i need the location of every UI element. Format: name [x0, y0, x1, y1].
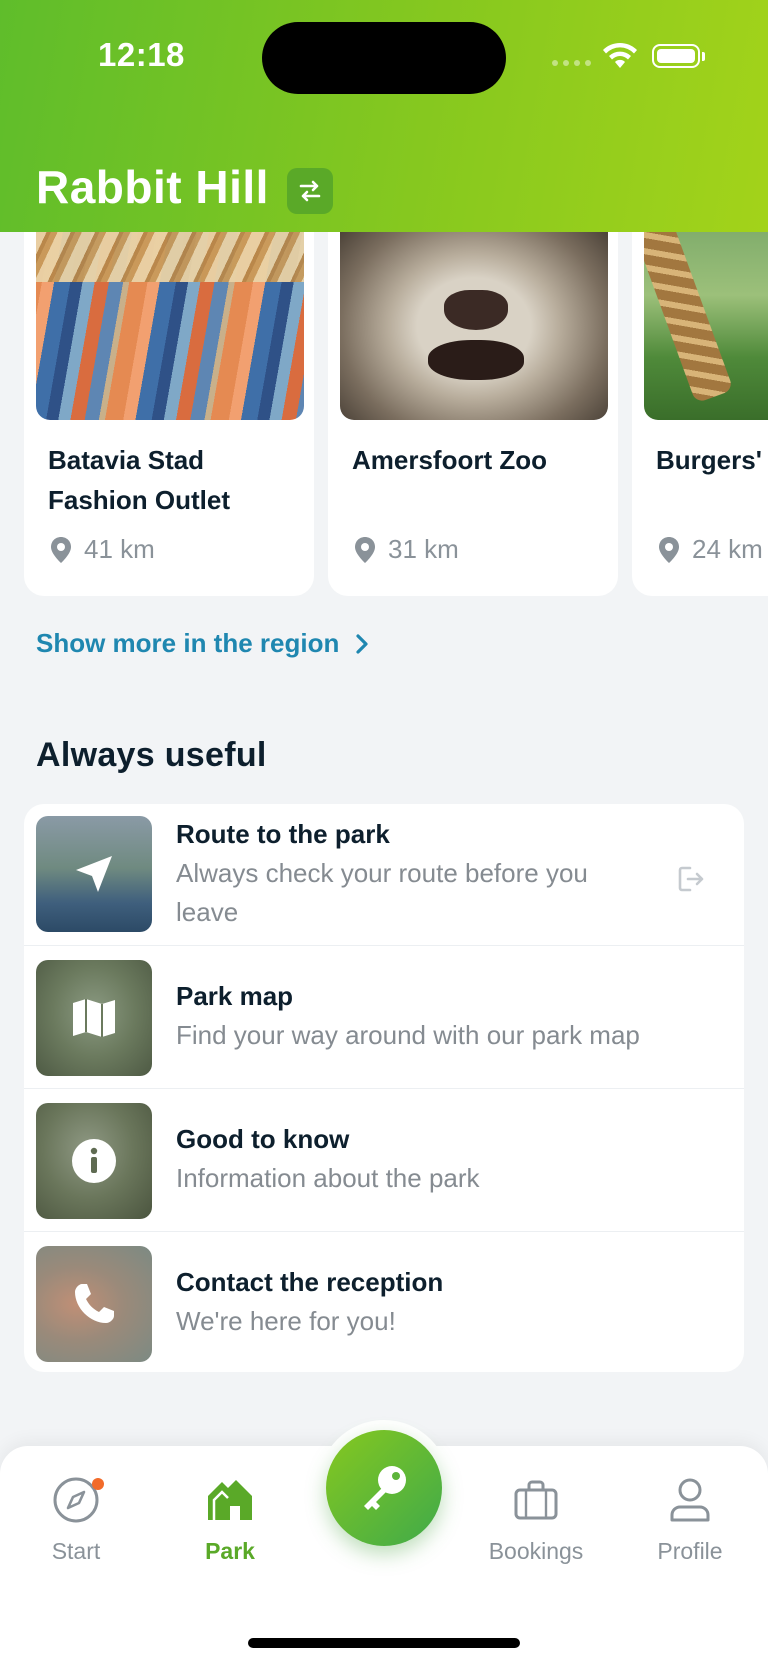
notification-dot [92, 1478, 104, 1490]
header: 12:18 Rabbit Hill [0, 0, 768, 232]
user-icon [670, 1478, 710, 1522]
card-title: Batavia Stad Fashion Outlet [48, 445, 230, 515]
dynamic-island [262, 22, 506, 94]
item-title: Route to the park [176, 819, 390, 849]
card-title: Burgers' [656, 445, 762, 475]
battery-icon [652, 44, 705, 68]
list-item-good-to-know[interactable]: Good to know Information about the park [24, 1089, 744, 1232]
location-pin-icon [659, 536, 679, 563]
card-image [340, 232, 608, 420]
digital-key-button[interactable] [326, 1430, 442, 1546]
card-distance: 31 km [354, 534, 459, 565]
good-to-know-thumbnail [36, 1103, 152, 1219]
card-distance: 41 km [50, 534, 155, 565]
item-subtitle: We're here for you! [176, 1306, 396, 1336]
card-distance-label: 31 km [388, 534, 459, 564]
section-title: Always useful [36, 736, 267, 774]
item-subtitle: Always check your route before you leave [176, 858, 588, 927]
tab-start[interactable]: Start [6, 1472, 146, 1565]
home-indicator [248, 1638, 520, 1648]
phone-icon [75, 1284, 114, 1323]
card-title: Amersfoort Zoo [352, 445, 547, 475]
briefcase-icon [514, 1480, 558, 1520]
external-link-icon [678, 866, 704, 892]
list-item-route[interactable]: Route to the park Always check your rout… [24, 804, 744, 946]
nearby-carousel[interactable]: Batavia Stad Fashion Outlet 41 km Amersf… [0, 232, 768, 596]
list-item-contact[interactable]: Contact the reception We're here for you… [24, 1232, 744, 1372]
card-distance-label: 41 km [84, 534, 155, 564]
item-title: Good to know [176, 1124, 350, 1154]
tab-profile-label: Profile [657, 1538, 723, 1564]
useful-list: Route to the park Always check your rout… [24, 804, 744, 1372]
tab-start-label: Start [51, 1538, 101, 1564]
location-pin-icon [51, 536, 71, 563]
contact-thumbnail [36, 1246, 152, 1362]
item-subtitle: Find your way around with our park map [176, 1020, 640, 1050]
card-distance-label: 24 km [692, 534, 763, 564]
info-icon [72, 1139, 116, 1183]
swap-arrows-icon [299, 180, 321, 202]
switch-park-button[interactable] [287, 168, 333, 214]
tab-bookings[interactable]: Bookings [466, 1472, 606, 1565]
cellular-signal-icon [552, 60, 591, 66]
tab-park-label: Park [205, 1538, 255, 1564]
tab-profile[interactable]: Profile [620, 1472, 760, 1565]
show-more-label: Show more in the region [36, 628, 340, 658]
wifi-icon [603, 42, 637, 68]
carousel-card[interactable]: Burgers' 24 km [632, 232, 768, 596]
card-distance: 24 km [658, 534, 763, 565]
location-pin-icon [355, 536, 375, 563]
map-icon [73, 999, 115, 1037]
route-thumbnail [36, 816, 152, 932]
tab-park[interactable]: Park [160, 1472, 300, 1565]
navigation-arrow-icon [76, 856, 112, 892]
park-map-thumbnail [36, 960, 152, 1076]
chevron-right-icon [356, 633, 368, 654]
carousel-card[interactable]: Amersfoort Zoo 31 km [328, 232, 618, 596]
home-icon [208, 1480, 252, 1520]
card-image [644, 232, 768, 420]
item-title: Contact the reception [176, 1267, 444, 1297]
item-subtitle: Information about the park [176, 1163, 480, 1193]
tab-bookings-label: Bookings [488, 1538, 584, 1564]
card-image [36, 232, 304, 420]
key-icon [364, 1466, 406, 1510]
carousel-card[interactable]: Batavia Stad Fashion Outlet 41 km [24, 232, 314, 596]
item-title: Park map [176, 981, 294, 1011]
list-item-park-map[interactable]: Park map Find your way around with our p… [24, 946, 744, 1089]
show-more-link[interactable]: Show more in the region [36, 628, 369, 659]
status-time: 12:18 [98, 36, 185, 73]
park-title: Rabbit Hill [36, 161, 269, 213]
